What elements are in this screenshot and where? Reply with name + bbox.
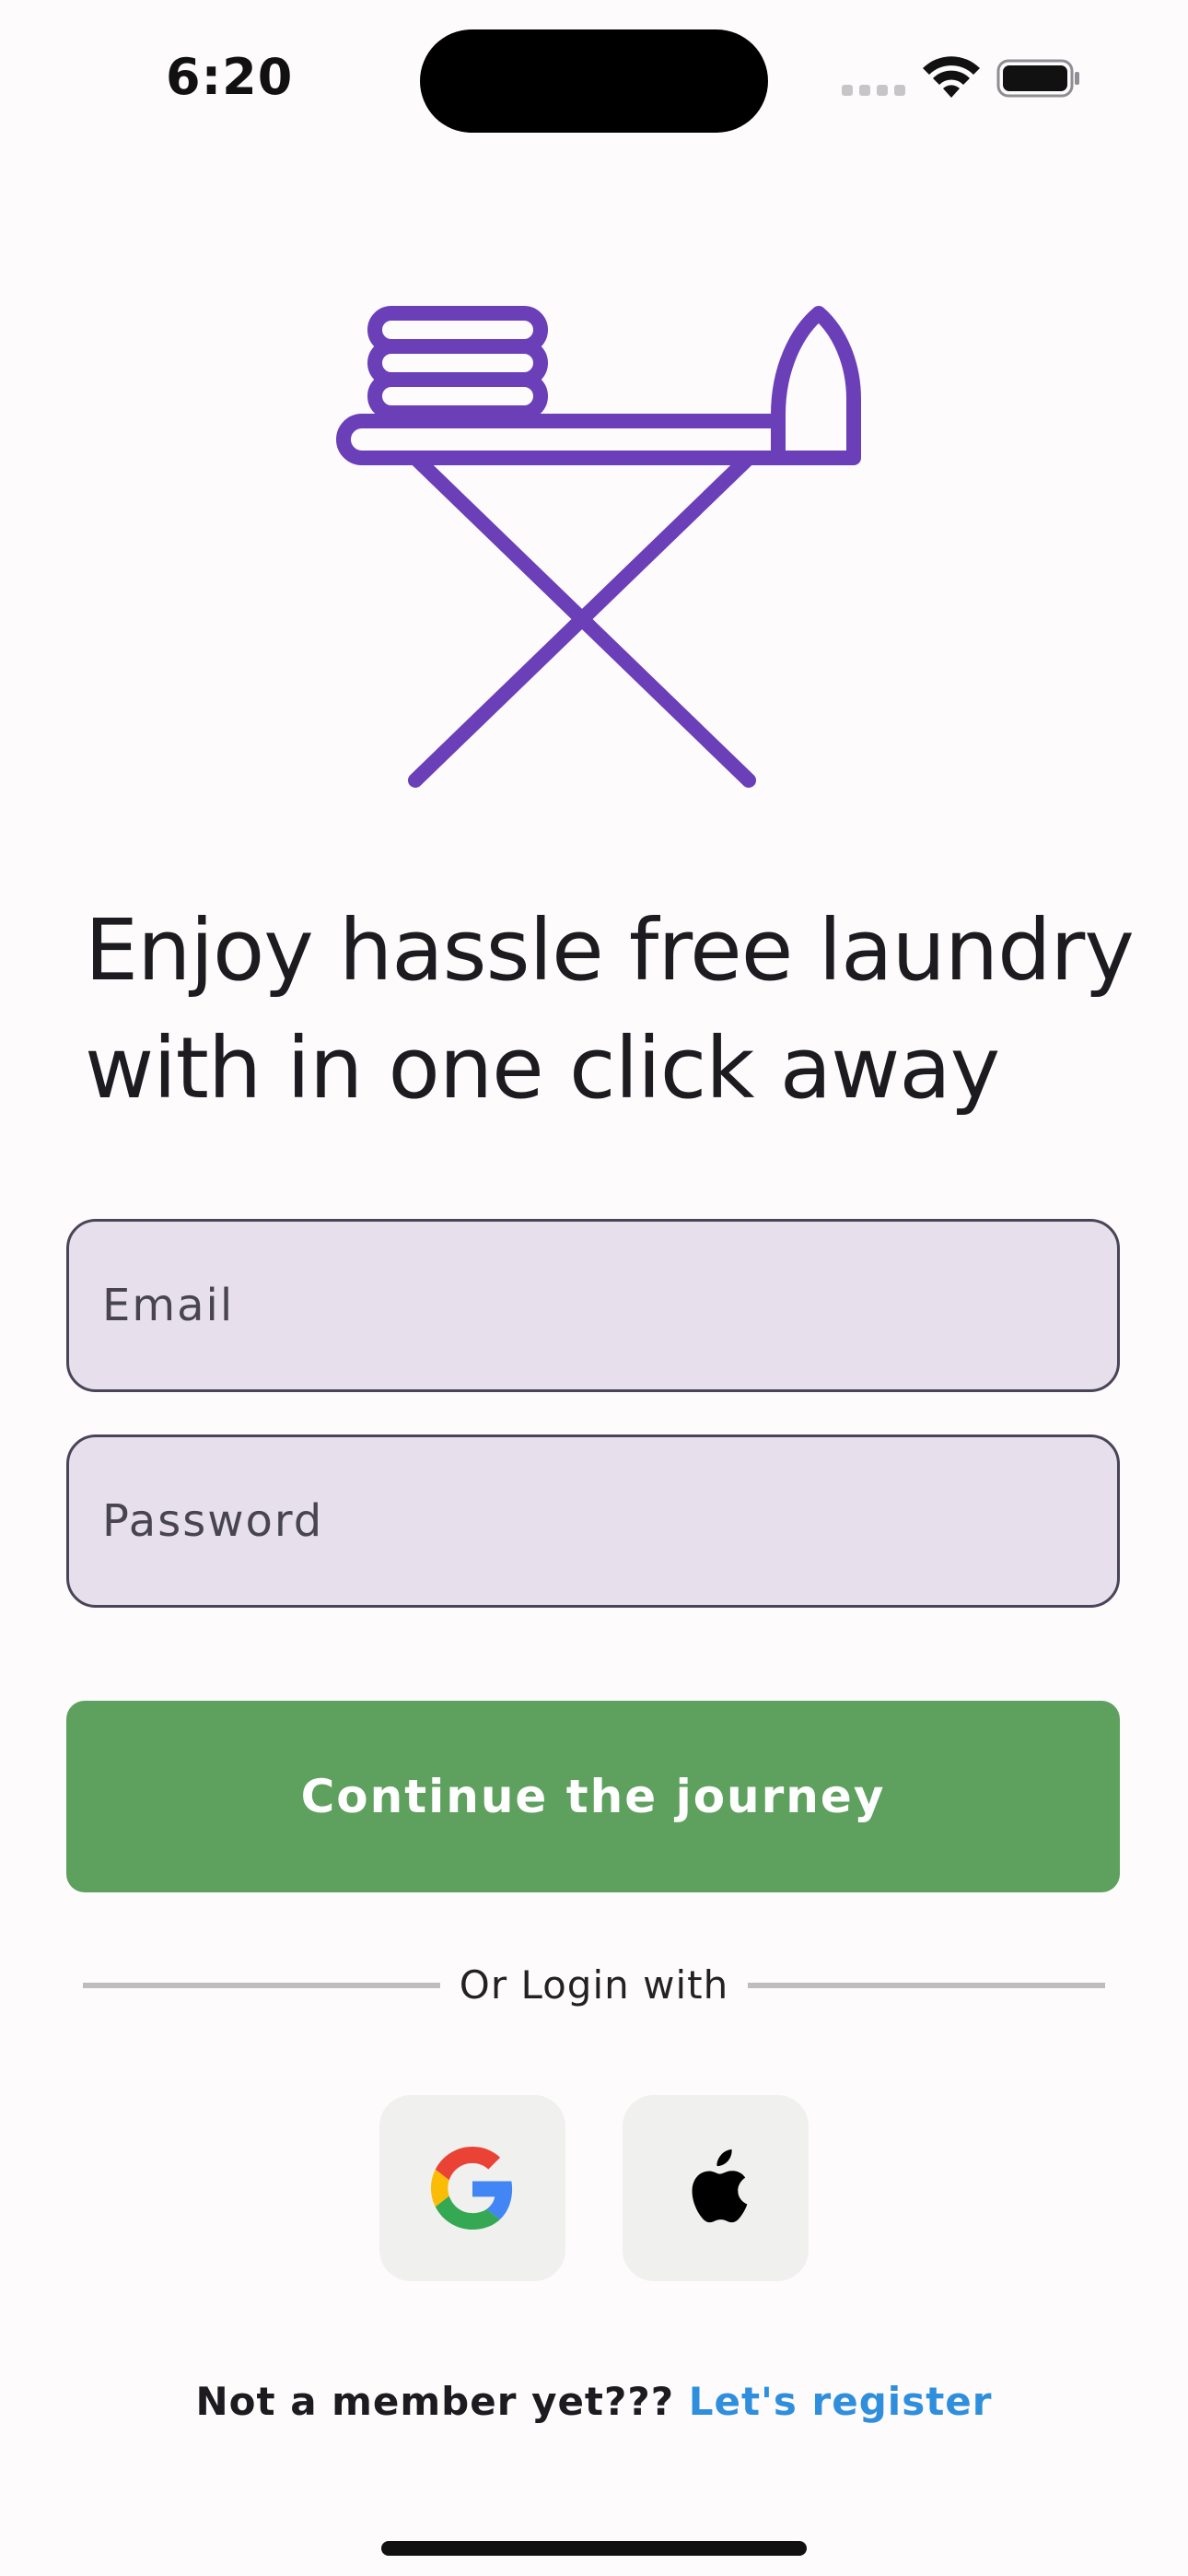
- register-prompt: Not a member yet??? Let's register: [0, 2379, 1188, 2424]
- status-bar: 6:20: [0, 0, 1188, 147]
- google-logo-icon: [431, 2147, 513, 2230]
- divider-label: Or Login with: [459, 1962, 729, 2008]
- login-divider: Or Login with: [83, 1957, 1105, 2012]
- status-time: 6:20: [166, 48, 294, 106]
- welcome-headline: Enjoy hassle free laundry with in one cl…: [85, 892, 1135, 1128]
- email-field[interactable]: [66, 1219, 1120, 1392]
- divider-line-left: [83, 1983, 440, 1988]
- home-indicator[interactable]: [381, 2541, 807, 2556]
- headline-line-1: Enjoy hassle free laundry: [85, 901, 1135, 1000]
- password-field[interactable]: [66, 1434, 1120, 1608]
- ironing-board-illustration: [336, 306, 861, 788]
- headline-line-2: with in one click away: [85, 1019, 1000, 1118]
- wifi-icon: [923, 56, 980, 98]
- apple-login-button[interactable]: [623, 2095, 809, 2281]
- register-question: Not a member yet???: [195, 2379, 675, 2424]
- divider-line-right: [748, 1983, 1105, 1988]
- cellular-signal-icon: [842, 85, 905, 96]
- dynamic-island: [420, 29, 768, 133]
- battery-icon: [996, 59, 1079, 98]
- continue-button[interactable]: Continue the journey: [66, 1701, 1120, 1892]
- apple-logo-icon: [692, 2149, 748, 2223]
- google-login-button[interactable]: [379, 2095, 565, 2281]
- register-link[interactable]: Let's register: [689, 2379, 993, 2424]
